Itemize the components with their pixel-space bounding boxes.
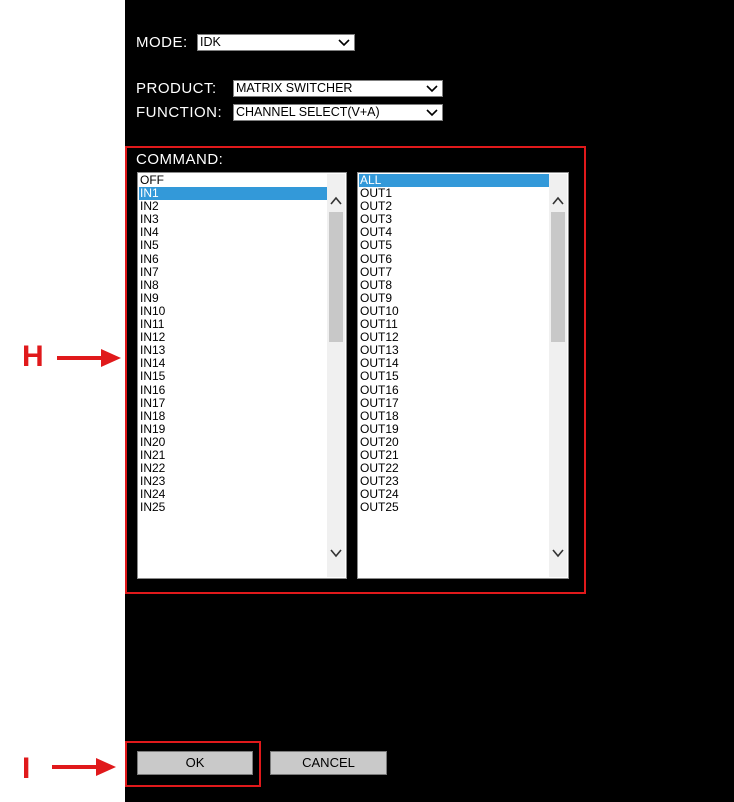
- output-option[interactable]: OUT12: [359, 331, 549, 344]
- input-scroll-thumb[interactable]: [329, 212, 343, 342]
- input-option[interactable]: IN16: [139, 384, 327, 397]
- input-scrollbar[interactable]: [327, 174, 345, 577]
- input-option[interactable]: IN1: [139, 187, 327, 201]
- input-option[interactable]: IN11: [139, 318, 327, 331]
- ok-button[interactable]: OK: [137, 751, 253, 775]
- output-option[interactable]: OUT3: [359, 213, 549, 226]
- output-option[interactable]: OUT19: [359, 423, 549, 436]
- input-listbox[interactable]: OFF IN1 IN2 IN3 IN4 IN5 IN6 IN7 IN8 IN9 IN10 IN11 IN…: [137, 172, 347, 579]
- function-select[interactable]: CHANNEL SELECT(V+A): [233, 104, 443, 121]
- output-list-items: ALL OUT1 OUT2 OUT3 OUT4 OUT5 OUT6 OUT7 OUT8 OUT9 O…: [359, 174, 549, 514]
- input-option[interactable]: IN21: [139, 449, 327, 462]
- output-option[interactable]: OUT8: [359, 279, 549, 292]
- output-option[interactable]: OUT14: [359, 357, 549, 370]
- input-option[interactable]: IN13: [139, 344, 327, 357]
- input-option[interactable]: IN5: [139, 239, 327, 252]
- output-option[interactable]: OUT20: [359, 436, 549, 449]
- callout-i-arrow-icon: [52, 758, 116, 776]
- input-option[interactable]: IN20: [139, 436, 327, 449]
- command-label: COMMAND:: [136, 151, 224, 168]
- output-option[interactable]: OUT21: [359, 449, 549, 462]
- function-select-value: CHANNEL SELECT(V+A): [236, 105, 380, 119]
- input-option[interactable]: IN19: [139, 423, 327, 436]
- function-label: FUNCTION:: [136, 104, 223, 121]
- product-select[interactable]: MATRIX SWITCHER: [233, 80, 443, 97]
- product-label: PRODUCT:: [136, 80, 217, 97]
- output-option[interactable]: OUT22: [359, 462, 549, 475]
- output-option[interactable]: OUT10: [359, 305, 549, 318]
- input-option[interactable]: IN4: [139, 226, 327, 239]
- output-option[interactable]: OUT16: [359, 384, 549, 397]
- callout-i-label: I: [22, 752, 31, 785]
- input-option[interactable]: IN14: [139, 357, 327, 370]
- output-option[interactable]: OUT18: [359, 410, 549, 423]
- output-option[interactable]: OUT11: [359, 318, 549, 331]
- input-list-items: OFF IN1 IN2 IN3 IN4 IN5 IN6 IN7 IN8 IN9 IN10 IN11 IN…: [139, 174, 327, 514]
- input-option[interactable]: IN8: [139, 279, 327, 292]
- chevron-down-icon[interactable]: [329, 546, 343, 560]
- output-option[interactable]: OUT9: [359, 292, 549, 305]
- output-option[interactable]: OUT1: [359, 187, 549, 200]
- callout-h-label: H: [22, 340, 44, 373]
- output-option[interactable]: OUT5: [359, 239, 549, 252]
- cancel-button[interactable]: CANCEL: [270, 751, 387, 775]
- output-scrollbar[interactable]: [549, 174, 567, 577]
- output-option[interactable]: OUT13: [359, 344, 549, 357]
- input-option[interactable]: IN10: [139, 305, 327, 318]
- input-option[interactable]: IN18: [139, 410, 327, 423]
- chevron-up-icon[interactable]: [329, 194, 343, 208]
- input-option[interactable]: IN2: [139, 200, 327, 213]
- output-option[interactable]: OUT24: [359, 488, 549, 501]
- input-option[interactable]: OFF: [139, 174, 327, 187]
- output-listbox[interactable]: ALL OUT1 OUT2 OUT3 OUT4 OUT5 OUT6 OUT7 OUT8 OUT9 O…: [357, 172, 569, 579]
- callout-h-arrow-icon: [57, 349, 121, 367]
- chevron-down-icon[interactable]: [551, 546, 565, 560]
- output-option[interactable]: OUT15: [359, 370, 549, 383]
- input-option[interactable]: IN22: [139, 462, 327, 475]
- output-option[interactable]: OUT23: [359, 475, 549, 488]
- input-option[interactable]: IN6: [139, 253, 327, 266]
- chevron-up-icon[interactable]: [551, 194, 565, 208]
- output-option[interactable]: OUT4: [359, 226, 549, 239]
- input-option[interactable]: IN9: [139, 292, 327, 305]
- mode-select[interactable]: IDK: [197, 34, 355, 51]
- chevron-down-icon: [425, 81, 439, 96]
- product-select-value: MATRIX SWITCHER: [236, 81, 353, 95]
- chevron-down-icon: [425, 105, 439, 120]
- output-option[interactable]: ALL: [359, 174, 549, 188]
- output-option[interactable]: OUT7: [359, 266, 549, 279]
- input-option[interactable]: IN7: [139, 266, 327, 279]
- input-option[interactable]: IN25: [139, 501, 327, 514]
- output-option[interactable]: OUT17: [359, 397, 549, 410]
- chevron-down-icon: [337, 35, 351, 50]
- input-option[interactable]: IN3: [139, 213, 327, 226]
- output-option[interactable]: OUT2: [359, 200, 549, 213]
- mode-label: MODE:: [136, 34, 188, 51]
- input-option[interactable]: IN17: [139, 397, 327, 410]
- output-option[interactable]: OUT6: [359, 253, 549, 266]
- output-scroll-thumb[interactable]: [551, 212, 565, 342]
- input-option[interactable]: IN12: [139, 331, 327, 344]
- input-option[interactable]: IN23: [139, 475, 327, 488]
- mode-select-value: IDK: [200, 35, 221, 49]
- output-option[interactable]: OUT25: [359, 501, 549, 514]
- input-option[interactable]: IN24: [139, 488, 327, 501]
- input-option[interactable]: IN15: [139, 370, 327, 383]
